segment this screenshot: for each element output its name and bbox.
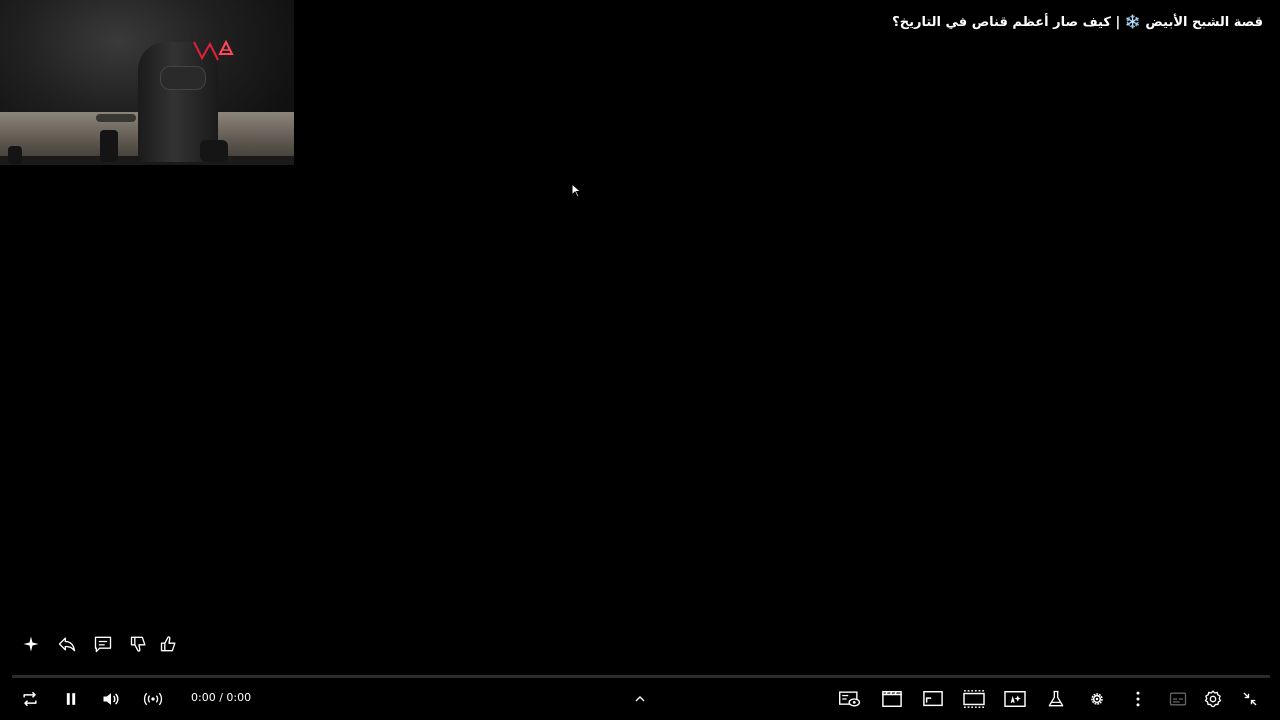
live-broadcast-icon <box>143 692 163 706</box>
live-button[interactable] <box>141 687 165 711</box>
comment-icon <box>94 636 112 653</box>
player-controls: 0:00 / 0:00 <box>0 684 1280 714</box>
volume-button[interactable] <box>99 687 123 711</box>
like-button[interactable] <box>157 632 181 656</box>
ambient-mode-button[interactable] <box>1003 687 1027 711</box>
desk-item <box>8 146 22 164</box>
dislike-button[interactable] <box>127 632 151 656</box>
progress-bar[interactable] <box>12 675 1270 678</box>
exit-fullscreen-icon <box>1243 692 1257 706</box>
chevron-up-icon <box>635 696 645 702</box>
watch-queue-button[interactable] <box>838 687 862 711</box>
pause-button[interactable] <box>59 687 83 711</box>
time-display: 0:00 / 0:00 <box>191 691 252 704</box>
settings-button[interactable] <box>1201 687 1225 711</box>
clapperboard-button[interactable] <box>880 687 904 711</box>
webcam-overlay <box>0 0 294 165</box>
watch-queue-icon <box>839 691 861 707</box>
sparkle-button[interactable] <box>19 632 43 656</box>
thumbs-down-icon <box>130 636 146 652</box>
pause-icon <box>66 693 76 705</box>
thumbs-up-icon <box>160 636 176 652</box>
comments-button[interactable] <box>91 632 115 656</box>
sparkle-icon <box>23 636 39 652</box>
chair-arm <box>200 140 228 162</box>
share-icon <box>58 637 76 652</box>
mouse-cursor-icon <box>571 183 582 198</box>
volume-icon <box>103 693 119 705</box>
loop-icon <box>23 691 37 707</box>
miniplayer-icon <box>923 691 943 707</box>
extension-settings-button[interactable] <box>1085 687 1109 711</box>
video-title[interactable]: قصة الشبح الأبيض ❄️ | كيف صار أعظم قناص … <box>892 15 1263 30</box>
clapperboard-icon <box>882 691 902 707</box>
chair-pillow <box>160 66 206 90</box>
exit-fullscreen-button[interactable] <box>1238 687 1262 711</box>
subtitles-button[interactable] <box>1166 687 1190 711</box>
theater-mode-button[interactable] <box>962 687 986 711</box>
settings-gear-icon <box>1204 690 1222 708</box>
ambient-mode-icon <box>1004 691 1026 707</box>
expand-panel-button[interactable] <box>628 687 652 711</box>
action-buttons-row <box>19 632 181 656</box>
subtitles-icon <box>1169 692 1187 706</box>
desk-item <box>100 130 118 162</box>
miniplayer-button[interactable] <box>921 687 945 711</box>
more-options-button[interactable] <box>1126 687 1150 711</box>
lab-experiment-button[interactable] <box>1044 687 1068 711</box>
desk-item <box>96 114 136 122</box>
extension-gear-icon <box>1091 693 1103 705</box>
loop-button[interactable] <box>18 687 42 711</box>
lab-flask-icon <box>1048 690 1064 707</box>
theater-mode-icon <box>963 690 985 708</box>
share-button[interactable] <box>55 632 79 656</box>
more-vert-icon <box>1136 691 1140 707</box>
video-player[interactable]: قصة الشبح الأبيض ❄️ | كيف صار أعظم قناص … <box>0 0 1280 720</box>
neon-light-icon <box>193 39 234 61</box>
